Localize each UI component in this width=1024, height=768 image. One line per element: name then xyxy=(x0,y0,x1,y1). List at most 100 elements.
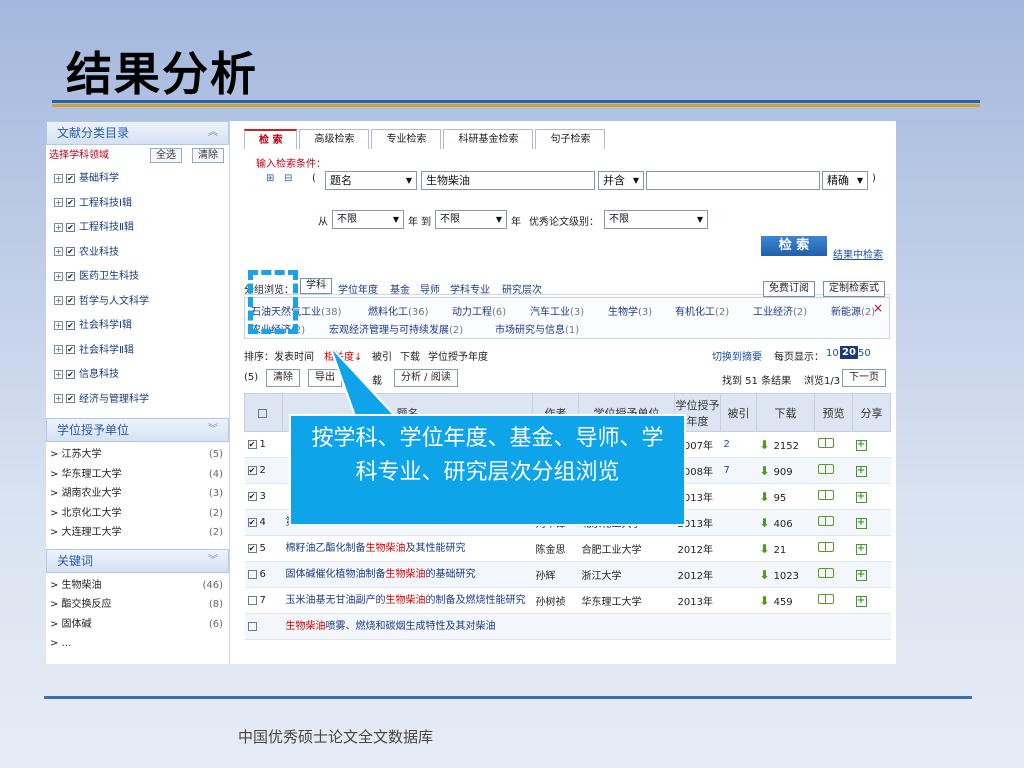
row-share[interactable]: + xyxy=(852,483,891,510)
field-select[interactable]: 题名 ▼ xyxy=(325,171,417,190)
group-option[interactable]: 研究层次 xyxy=(502,281,542,296)
category-item[interactable]: + ✔ 经济与管理科学 xyxy=(46,388,229,413)
row-cited[interactable] xyxy=(720,535,757,562)
checkbox-checked-icon[interactable]: ✔ xyxy=(247,439,257,449)
book-icon[interactable] xyxy=(817,594,834,604)
column-header[interactable]: 下载 xyxy=(756,393,815,432)
row-download[interactable]: ⬇ 459 xyxy=(756,587,815,614)
expand-icon[interactable]: + xyxy=(54,394,63,403)
export-button[interactable]: 导出 xyxy=(308,369,342,387)
tab-0[interactable]: 检 索 xyxy=(244,129,298,149)
row-author[interactable]: 陈金思 xyxy=(532,535,579,562)
row-cited[interactable] xyxy=(720,587,757,614)
checkbox-checked-icon[interactable]: ✔ xyxy=(66,394,75,403)
expand-icon[interactable]: ︾ xyxy=(208,419,218,441)
group-item[interactable]: 动力工程(6) xyxy=(452,303,506,318)
category-item[interactable]: + ✔ 农业科技 xyxy=(46,241,229,266)
checkbox-checked-icon[interactable]: ✔ xyxy=(247,491,257,501)
row-author[interactable] xyxy=(532,613,579,640)
next-page-button[interactable]: 下一页 xyxy=(842,369,886,387)
checkbox-checked-icon[interactable]: ✔ xyxy=(247,517,257,527)
expand-icon[interactable]: + xyxy=(54,320,63,330)
checkbox-checked-icon[interactable]: ✔ xyxy=(66,222,75,232)
group-option[interactable]: 导师 xyxy=(420,281,440,296)
download-icon[interactable]: ⬇ xyxy=(760,568,770,582)
book-icon[interactable] xyxy=(817,438,834,448)
keyword-input[interactable]: 生物柴油 xyxy=(421,171,595,190)
plus-share-icon[interactable]: + xyxy=(855,491,867,503)
row-author[interactable]: 孙辉 xyxy=(532,561,579,588)
clear-button[interactable]: 清除 xyxy=(192,148,224,163)
row-download[interactable]: ⬇ 21 xyxy=(756,535,815,562)
row-title[interactable]: 玉米油基无甘油副产的生物柴油的制备及燃烧性能研究 xyxy=(282,587,533,614)
to-year-select[interactable]: 不限 ▼ xyxy=(435,210,507,229)
checkbox-checked-icon[interactable]: ✔ xyxy=(66,173,75,183)
book-icon[interactable] xyxy=(817,542,834,552)
row-cited[interactable] xyxy=(720,483,757,510)
remove-condition-icon[interactable]: ⊟ xyxy=(284,173,292,184)
category-item[interactable]: + ✔ 工程科技Ⅰ辑 xyxy=(46,192,229,217)
tab-2[interactable]: 专业检索 xyxy=(371,129,442,149)
select-all-button[interactable]: 全选 xyxy=(150,148,182,163)
expand-icon[interactable]: + xyxy=(54,247,63,256)
row-preview[interactable] xyxy=(814,509,853,536)
plus-share-icon[interactable]: + xyxy=(855,595,867,607)
per-page-50[interactable]: 50 xyxy=(858,348,871,359)
checkbox-icon[interactable] xyxy=(247,569,257,579)
plus-share-icon[interactable]: + xyxy=(855,569,867,581)
expand-icon[interactable]: + xyxy=(54,222,63,232)
expand-icon[interactable]: + xyxy=(54,198,63,207)
row-author[interactable]: 孙树祯 xyxy=(532,587,579,614)
category-item[interactable]: + ✔ 基础科学 xyxy=(46,167,229,192)
checkbox-checked-icon[interactable]: ✔ xyxy=(66,320,75,330)
expand-icon[interactable]: ︾ xyxy=(208,550,218,572)
book-icon[interactable] xyxy=(817,516,834,526)
row-preview[interactable] xyxy=(814,561,853,588)
group-item[interactable]: 工业经济(2) xyxy=(753,303,807,318)
row-share[interactable]: + xyxy=(852,509,891,536)
group-option[interactable]: 基金 xyxy=(390,281,410,296)
plus-share-icon[interactable]: + xyxy=(855,465,867,477)
plus-share-icon[interactable]: + xyxy=(855,543,867,555)
group-option[interactable]: 学科专业 xyxy=(450,281,490,296)
row-preview[interactable] xyxy=(814,535,853,562)
close-icon[interactable]: × xyxy=(873,301,883,315)
search-in-results-link[interactable]: 结果中检索 xyxy=(833,246,883,261)
row-preview[interactable] xyxy=(814,613,853,640)
sort-publish-time[interactable]: 发表时间 xyxy=(274,348,314,363)
checkbox-icon[interactable] xyxy=(247,621,257,631)
category-item[interactable]: + ✔ 医药卫生科技 xyxy=(46,265,229,290)
group-item[interactable]: 燃料化工(36) xyxy=(368,303,429,318)
column-header[interactable]: 分享 xyxy=(852,393,891,432)
book-icon[interactable] xyxy=(817,464,834,474)
facet-item[interactable]: > 酯交换反应 (8) xyxy=(46,595,229,615)
logic-select[interactable]: 并含 ▼ xyxy=(598,171,644,190)
degree-unit-header[interactable]: 学位授予单位 ︾ xyxy=(46,418,229,442)
second-keyword-input[interactable] xyxy=(646,171,820,190)
row-title[interactable]: 固体碱催化植物油制备生物柴油的基础研究 xyxy=(282,561,533,588)
row-unit[interactable]: 华东理工大学 xyxy=(578,587,675,614)
collapse-icon[interactable]: ︽ xyxy=(208,122,218,144)
facet-item[interactable]: > 固体碱 (6) xyxy=(46,615,229,635)
expand-icon[interactable]: + xyxy=(54,271,63,281)
row-preview[interactable] xyxy=(814,457,853,484)
tab-4[interactable]: 句子检索 xyxy=(535,129,606,149)
from-year-select[interactable]: 不限 ▼ xyxy=(332,210,404,229)
row-share[interactable]: + xyxy=(852,561,891,588)
row-preview[interactable] xyxy=(814,587,853,614)
download-icon[interactable]: ⬇ xyxy=(760,438,770,452)
match-select[interactable]: 精确 ▼ xyxy=(822,171,868,190)
checkbox-checked-icon[interactable]: ✔ xyxy=(66,198,75,207)
row-download[interactable]: ⬇ 95 xyxy=(756,483,815,510)
switch-summary-link[interactable]: 切换到摘要 xyxy=(712,348,762,363)
custom-search-button[interactable]: 定制检索式 xyxy=(823,281,885,297)
expand-icon[interactable]: + xyxy=(54,345,63,354)
group-item[interactable]: 生物学(3) xyxy=(608,303,652,318)
expand-icon[interactable]: + xyxy=(54,369,63,379)
row-unit[interactable] xyxy=(578,613,675,640)
row-download[interactable] xyxy=(756,613,815,640)
expand-icon[interactable]: + xyxy=(54,296,63,305)
row-cited[interactable]: 7 xyxy=(720,457,757,484)
checkbox-checked-icon[interactable]: ✔ xyxy=(66,271,75,281)
row-share[interactable]: + xyxy=(852,587,891,614)
